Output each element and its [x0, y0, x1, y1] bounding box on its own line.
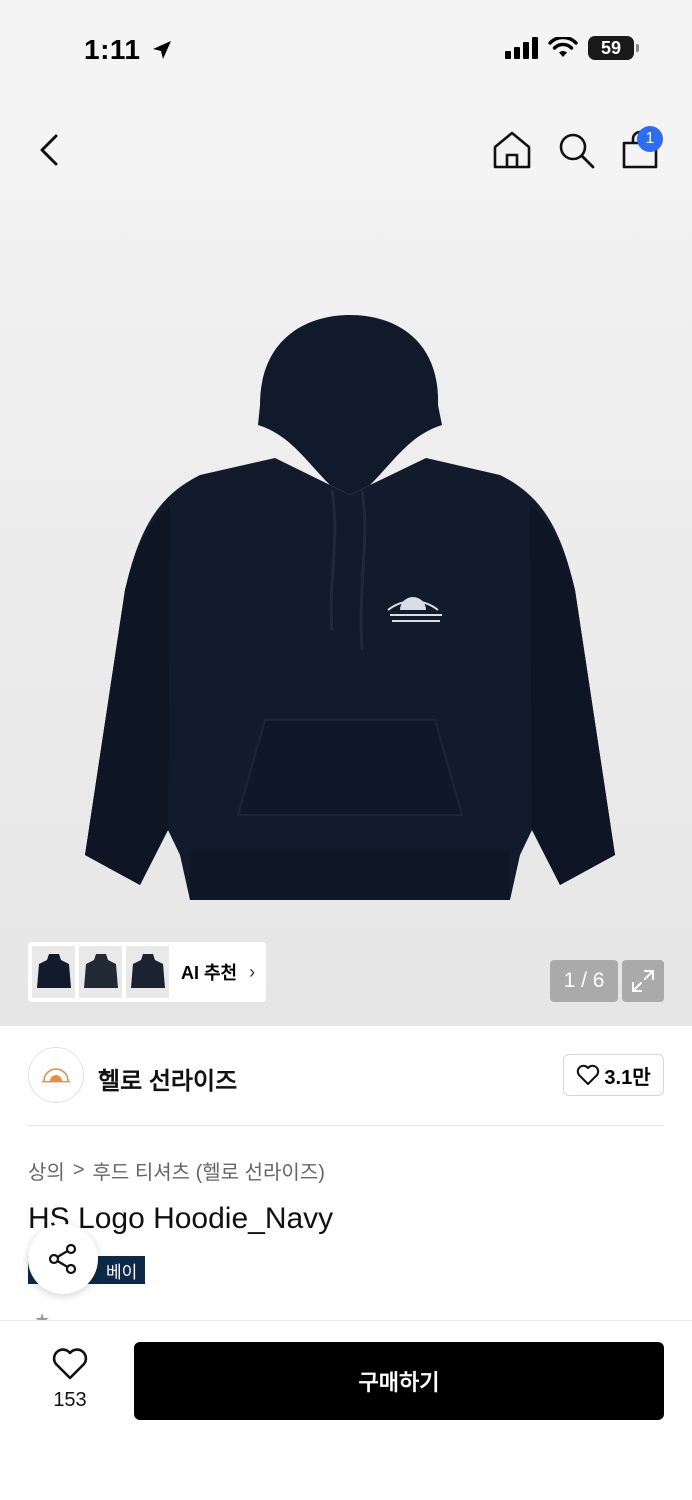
- status-indicators: 59: [505, 36, 639, 60]
- wishlist-count: 153: [53, 1389, 87, 1411]
- brand-name[interactable]: 헬로 선라이즈: [98, 1061, 237, 1096]
- thumbnail-hoodie-1: [36, 954, 71, 988]
- thumbnail-hoodie-3: [130, 954, 165, 988]
- status-bar: 1:11 59: [0, 0, 692, 100]
- page-indicator: 1 / 6: [550, 960, 618, 1002]
- expand-button[interactable]: [622, 960, 664, 1002]
- bottom-action-bar: 153 구매하기: [0, 1320, 692, 1500]
- buy-button[interactable]: 구매하기: [134, 1342, 664, 1420]
- divider: [28, 1125, 664, 1126]
- share-icon: [48, 1243, 77, 1275]
- breadcrumb-level-1[interactable]: 상의: [28, 1156, 65, 1185]
- search-icon[interactable]: [554, 128, 598, 172]
- status-time: 1:11: [84, 34, 173, 66]
- product-tag-text: 베이: [106, 1262, 138, 1282]
- battery-indicator: 59: [588, 36, 639, 60]
- review-row-peek: ★: [34, 1310, 51, 1320]
- ai-recommend-label[interactable]: AI 추천: [181, 959, 237, 985]
- battery-level: 59: [600, 37, 622, 58]
- expand-icon: [632, 970, 654, 992]
- breadcrumb-level-2[interactable]: 후드 티셔츠 (헬로 선라이즈): [93, 1156, 325, 1185]
- thumbnail-hoodie-2: [83, 954, 118, 988]
- signal-icon: [505, 37, 538, 59]
- heart-icon: [577, 1064, 600, 1085]
- thumbnail-2[interactable]: [79, 946, 122, 998]
- time-text: 1:11: [84, 34, 141, 65]
- home-icon[interactable]: [490, 128, 534, 172]
- thumbnail-strip[interactable]: AI 추천 ›: [28, 942, 266, 1002]
- chevron-right-icon[interactable]: ›: [249, 962, 255, 983]
- heart-icon: [52, 1348, 88, 1380]
- cart-count-badge: 1: [637, 126, 663, 152]
- thumbnail-1[interactable]: [32, 946, 75, 998]
- back-icon[interactable]: [28, 128, 72, 172]
- brand-like-count: 3.1만: [604, 1066, 651, 1089]
- wifi-icon: [548, 37, 578, 57]
- breadcrumb-separator: >: [72, 1159, 85, 1181]
- wishlist-button[interactable]: 153: [34, 1347, 106, 1412]
- thumbnail-3[interactable]: [126, 946, 169, 998]
- top-nav: [0, 100, 692, 200]
- brand-row: 헬로 선라이즈 3.1만: [0, 1026, 692, 1126]
- share-button[interactable]: [28, 1224, 98, 1294]
- product-image-gallery[interactable]: AI 추천 › 1 / 6: [0, 200, 692, 1026]
- brand-like-button[interactable]: 3.1만: [563, 1054, 664, 1096]
- product-image: [85, 315, 615, 900]
- breadcrumb: 상의 > 후드 티셔츠 (헬로 선라이즈): [28, 1156, 325, 1185]
- brand-logo[interactable]: [28, 1047, 84, 1103]
- location-arrow-icon: [152, 41, 171, 59]
- sunrise-logo-icon: [42, 1068, 70, 1083]
